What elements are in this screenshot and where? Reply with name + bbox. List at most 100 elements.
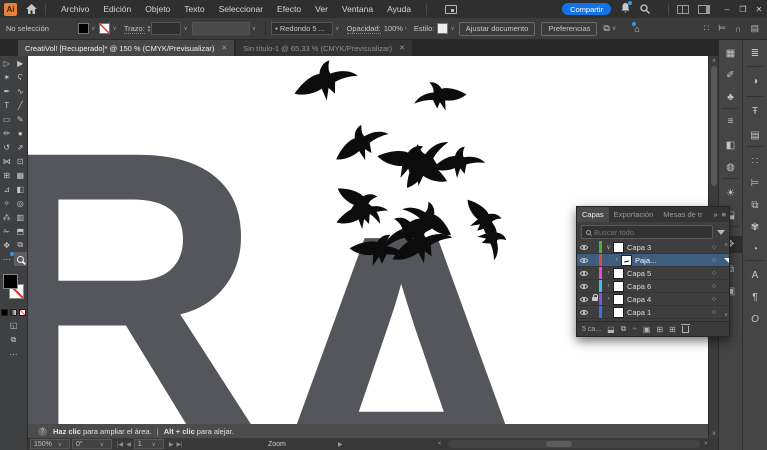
panel-collapse-icon[interactable]: » (713, 210, 717, 219)
chevron-down-icon[interactable]: ∨ (91, 25, 95, 32)
gradient-mode-button[interactable] (10, 309, 17, 316)
arrange-icon[interactable]: ∷ (703, 23, 709, 34)
chevron-down-icon[interactable]: ∨ (450, 25, 454, 32)
target-circle-icon[interactable]: ○ (709, 244, 719, 251)
new-layer-icon[interactable]: ⊞ (669, 325, 676, 334)
fill-swatch[interactable] (3, 274, 18, 289)
panel-grid-icon[interactable]: ▤ (750, 23, 759, 34)
rectangle-tool[interactable]: ▭ (0, 112, 14, 126)
style-swatch[interactable] (437, 23, 448, 34)
gradient-tool-panel-icon[interactable]: ◔ (743, 244, 767, 255)
artboard-number-select[interactable]: 1 ∨ (134, 439, 164, 449)
target-circle-icon[interactable]: ○ (709, 257, 719, 264)
visibility-toggle[interactable] (577, 284, 590, 289)
artboard-tool[interactable]: ⬒ (14, 224, 28, 238)
expand-chevron-icon[interactable]: › (604, 270, 613, 276)
menu-edicion[interactable]: Edición (96, 4, 138, 14)
close-icon[interactable]: ✕ (399, 44, 405, 52)
paintbrush-tool[interactable]: ✎ (14, 112, 28, 126)
rotation-select[interactable]: 0° ∨ (72, 439, 112, 449)
delete-layer-icon[interactable] (682, 326, 689, 333)
gradient-panel-icon[interactable]: ◧ (719, 140, 742, 151)
lock-toggle[interactable] (590, 297, 599, 301)
menu-objeto[interactable]: Objeto (138, 4, 177, 14)
free-transform-tool[interactable]: ⊡ (14, 154, 28, 168)
width-tool[interactable]: ⋈ (0, 154, 14, 168)
character-panel-icon[interactable]: A (743, 270, 767, 281)
zoom-level-select[interactable]: 150% ∨ (30, 439, 70, 449)
brushes-panel-icon[interactable]: ✐ (719, 70, 742, 81)
tab-sin-titulo[interactable]: Sin título-1 @ 65,33 % (CMYK/Previsualiz… (236, 40, 412, 56)
align-panel-icon[interactable]: ⊨ (743, 178, 767, 189)
magnet-snap-icon[interactable]: ∩ (735, 24, 741, 34)
fit-document-button[interactable]: Ajustar documento (459, 22, 536, 36)
symbols-panel-icon[interactable]: ♣ (719, 92, 742, 103)
properties-panel-icon[interactable]: ≣ (743, 48, 767, 59)
layer-name[interactable]: Capa 5 (627, 269, 709, 278)
blob-brush-tool[interactable]: ● (14, 126, 28, 140)
window-minimize-button[interactable]: – (719, 5, 735, 14)
scroll-right-icon[interactable]: > (704, 441, 708, 447)
shape-builder-tool[interactable]: ⊞ (0, 168, 14, 182)
panel-menu-icon[interactable]: ≡ (722, 210, 726, 219)
stroke-weight-input[interactable] (151, 22, 181, 35)
stroke-weight-label[interactable]: Trazo: (124, 24, 145, 34)
visibility-toggle[interactable] (577, 297, 590, 302)
fill-stroke-indicator[interactable] (0, 272, 27, 306)
lasso-tool[interactable]: Ϛ (14, 70, 28, 84)
last-artboard-button[interactable]: ▶| (176, 441, 182, 448)
layer-row-pajaros[interactable]: › Paja... ○ (577, 254, 729, 267)
visibility-toggle[interactable] (577, 310, 590, 315)
layer-name[interactable]: Capa 6 (627, 282, 709, 291)
visibility-toggle[interactable] (577, 258, 590, 263)
layer-name[interactable]: Capa 1 (627, 308, 709, 317)
expand-chevron-icon[interactable]: › (604, 283, 613, 289)
chevron-down-icon[interactable]: ∨ (183, 25, 187, 32)
menu-archivo[interactable]: Archivo (54, 4, 96, 14)
chevron-down-icon[interactable]: ∨ (252, 25, 256, 32)
tab-exportacion[interactable]: Exportación (609, 207, 659, 222)
menu-ayuda[interactable]: Ayuda (380, 4, 418, 14)
visibility-toggle[interactable] (577, 271, 590, 276)
workspace-layout-icon[interactable] (677, 5, 689, 14)
visibility-toggle[interactable] (577, 245, 590, 250)
edit-toolbar-button[interactable]: ⋯ (0, 252, 14, 266)
stroke-panel-icon[interactable]: ≡ (719, 116, 742, 127)
selection-tool[interactable]: ▷ (0, 56, 14, 70)
swatches-panel-icon[interactable]: ▦ (719, 48, 742, 59)
menu-seleccionar[interactable]: Seleccionar (212, 4, 270, 14)
sync-status-icon[interactable]: ⌂ (634, 24, 639, 34)
chevron-down-icon[interactable]: ∨ (612, 25, 616, 32)
new-sublayer-icon[interactable]: ⧉ (621, 324, 627, 334)
expand-chevron-icon[interactable]: › (612, 257, 621, 263)
opacity-label[interactable]: Opacidad: (347, 24, 381, 34)
screen-mode-button[interactable]: ⧉ (0, 335, 27, 345)
type-tool[interactable]: T (0, 98, 14, 112)
new-layer-alt-icon[interactable]: ⊞ (656, 325, 663, 334)
tab-capas[interactable]: Capas (577, 207, 609, 222)
chevron-down-icon[interactable]: ∨ (112, 25, 116, 32)
search-input[interactable] (594, 228, 708, 237)
layers-search-box[interactable] (581, 225, 713, 239)
make-clip-mask-icon[interactable]: ⬓ (607, 325, 615, 334)
layer-thumbnail[interactable] (613, 294, 624, 305)
layer-thumbnail[interactable] (613, 242, 624, 253)
layer-thumbnail[interactable] (613, 268, 624, 279)
layer-thumbnail[interactable] (613, 281, 624, 292)
close-icon[interactable]: ✕ (221, 44, 227, 52)
opacity-value[interactable]: 100% (384, 24, 403, 33)
horizontal-scrollbar[interactable] (448, 440, 700, 448)
rotate-tool[interactable]: ↺ (0, 140, 14, 154)
target-circle-icon[interactable]: ○ (709, 283, 719, 290)
pathfinder-panel-icon[interactable]: ⧉ (743, 200, 767, 211)
curvature-tool[interactable]: ∿ (14, 84, 28, 98)
fill-color-swatch[interactable] (78, 23, 89, 34)
target-circle-icon[interactable]: ○ (709, 309, 719, 316)
magic-wand-tool[interactable]: ✶ (0, 70, 14, 84)
scale-tool[interactable]: ⇗ (14, 140, 28, 154)
next-artboard-button[interactable]: ▶ (169, 441, 174, 448)
draw-mode-button[interactable]: ◱ (0, 321, 27, 330)
window-close-button[interactable]: ✕ (751, 5, 767, 14)
scroll-down-icon[interactable]: ∨ (724, 312, 728, 318)
paragraph-panel-icon[interactable]: ¶ (743, 292, 767, 303)
